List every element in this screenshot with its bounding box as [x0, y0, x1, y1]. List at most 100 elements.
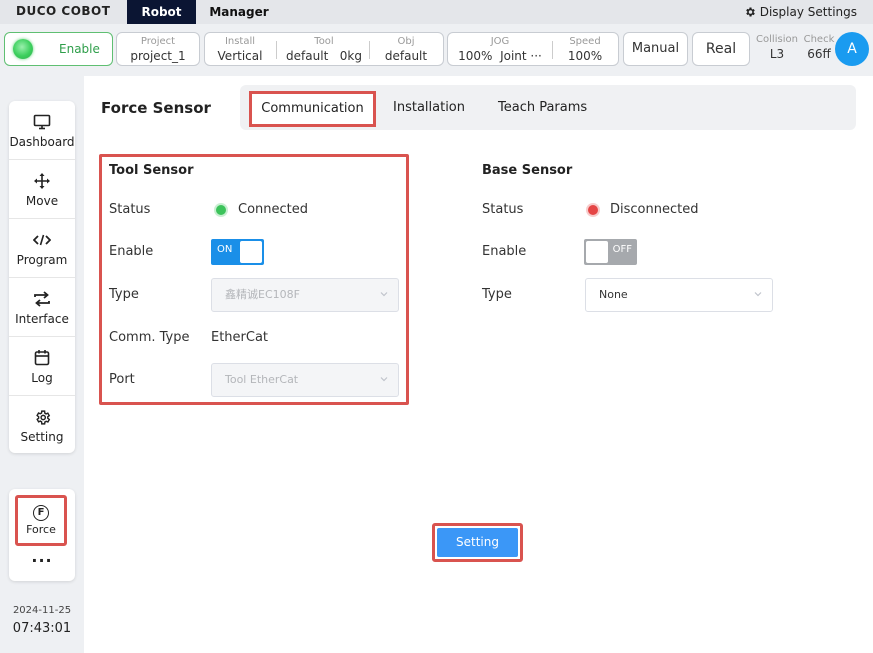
sidebar-item-interface[interactable]: Interface — [9, 278, 75, 337]
tool-type-label: Type — [109, 287, 139, 302]
check-value: 66ff — [807, 47, 831, 61]
tool-port-value: Tool EtherCat — [225, 373, 299, 386]
sidebar-item-label: Log — [31, 370, 53, 385]
sidebar-item-label: Force — [26, 523, 56, 536]
sidebar-item-setting[interactable]: Setting — [9, 396, 75, 455]
manual-button[interactable]: Manual — [623, 32, 688, 66]
base-enable-label: Enable — [482, 244, 527, 259]
divider — [276, 41, 277, 59]
enable-indicator — [13, 39, 33, 59]
speed-value: 100% — [567, 49, 603, 63]
sidebar-item-program[interactable]: Program — [9, 219, 75, 278]
install-value: Vertical — [217, 49, 263, 63]
tool-weight: 0kg — [339, 49, 362, 63]
check-label: Check — [803, 34, 835, 45]
base-status-label: Status — [482, 202, 524, 217]
status-led-icon — [214, 202, 228, 217]
sidebar-secondary: F Force ··· — [9, 489, 75, 581]
toggle-knob — [240, 241, 262, 263]
tool-comm-value: EtherCat — [211, 330, 269, 345]
swap-arrows-icon — [34, 290, 50, 307]
current-time: 07:43:01 — [12, 621, 72, 636]
base-type-value: None — [599, 288, 628, 301]
sidebar-item-label: Program — [16, 252, 68, 267]
divider — [369, 41, 370, 59]
tool-port-select[interactable]: Tool EtherCat — [211, 363, 399, 397]
tab-robot[interactable]: Robot — [127, 0, 196, 24]
enable-button[interactable]: Enable — [4, 32, 113, 66]
toggle-knob — [586, 241, 608, 263]
tool-comm-label: Comm. Type — [109, 330, 190, 345]
jog-label: JOG — [490, 36, 510, 47]
gear-icon — [745, 7, 755, 17]
current-date: 2024-11-25 — [12, 605, 72, 616]
divider — [552, 41, 553, 59]
status-row: Enable Project project_1 Install Vertica… — [0, 24, 873, 74]
speed-label: Speed — [569, 36, 601, 47]
logo: DUCO COBOT — [16, 4, 111, 18]
collision-value: L3 — [769, 47, 785, 61]
sidebar-item-dashboard[interactable]: Dashboard — [9, 101, 75, 160]
tool-value: default 0kg — [286, 49, 362, 63]
obj-value: default — [384, 49, 428, 63]
toggle-state: ON — [217, 244, 233, 255]
base-sensor-title: Base Sensor — [482, 163, 573, 178]
tool-enable-label: Enable — [109, 244, 154, 259]
code-icon — [33, 234, 51, 245]
sidebar-item-move[interactable]: Move — [9, 160, 75, 219]
avatar[interactable]: A — [835, 32, 869, 66]
toggle-state: OFF — [612, 244, 632, 255]
force-icon: F — [33, 505, 49, 521]
jog-value: 100% Joint ··· — [458, 49, 542, 63]
more-menu-button[interactable]: ··· — [9, 551, 75, 570]
tool-label: Tool — [314, 36, 334, 47]
chevron-down-icon — [754, 292, 762, 297]
tab-bar: Communication Installation Teach Params — [240, 85, 856, 130]
tool-status-label: Status — [109, 202, 151, 217]
tab-installation[interactable]: Installation — [393, 85, 465, 130]
chevron-down-icon — [380, 292, 388, 297]
base-type-select[interactable]: None — [585, 278, 773, 312]
install-tool-obj-group[interactable]: Install Vertical Tool default 0kg Obj de… — [204, 32, 444, 66]
sidebar-item-force[interactable]: F Force — [15, 495, 67, 546]
tab-communication[interactable]: Communication — [249, 91, 376, 127]
base-enable-toggle[interactable]: OFF — [584, 239, 637, 265]
tool-enable-toggle[interactable]: ON — [211, 239, 264, 265]
sidebar: Dashboard Move Program Interface Log Set… — [9, 101, 75, 453]
chevron-down-icon — [380, 377, 388, 382]
project-label: Project — [140, 36, 176, 47]
project-selector[interactable]: Project project_1 — [116, 32, 200, 66]
move-arrows-icon — [34, 172, 50, 189]
sidebar-item-log[interactable]: Log — [9, 337, 75, 396]
tool-status: Connected — [214, 202, 308, 217]
tab-teach-params[interactable]: Teach Params — [498, 85, 587, 130]
page-title: Force Sensor — [101, 99, 211, 117]
project-value: project_1 — [130, 49, 186, 63]
base-type-label: Type — [482, 287, 512, 302]
sidebar-item-label: Interface — [15, 311, 69, 326]
setting-button-highlight: Setting — [432, 523, 523, 562]
status-led-icon — [586, 202, 600, 217]
check-indicator: Check 66ff — [802, 34, 836, 62]
setting-button[interactable]: Setting — [437, 528, 518, 557]
base-status-value: Disconnected — [610, 202, 699, 217]
base-status: Disconnected — [586, 202, 698, 217]
jog-speed-group[interactable]: JOG 100% Joint ··· Speed 100% — [447, 32, 619, 66]
display-settings-label: Display Settings — [759, 5, 857, 19]
sidebar-item-label: Move — [25, 193, 59, 208]
display-settings-button[interactable]: Display Settings — [744, 0, 857, 24]
real-button[interactable]: Real — [692, 32, 750, 66]
gear-icon — [35, 409, 50, 425]
tool-sensor-title: Tool Sensor — [109, 163, 194, 178]
tab-manager[interactable]: Manager — [200, 0, 278, 24]
top-bar: DUCO COBOT Robot Manager Display Setting… — [0, 0, 873, 24]
collision-label: Collision — [756, 34, 798, 45]
calendar-icon — [34, 350, 50, 366]
jog-mode: Joint ··· — [500, 49, 542, 63]
sidebar-item-label: Dashboard — [9, 134, 75, 149]
tool-type-select[interactable]: 鑫精诚EC108F — [211, 278, 399, 312]
tool-status-value: Connected — [238, 202, 309, 217]
sidebar-item-label: Setting — [20, 430, 64, 444]
obj-label: Obj — [397, 36, 415, 47]
enable-label: Enable — [59, 42, 100, 56]
